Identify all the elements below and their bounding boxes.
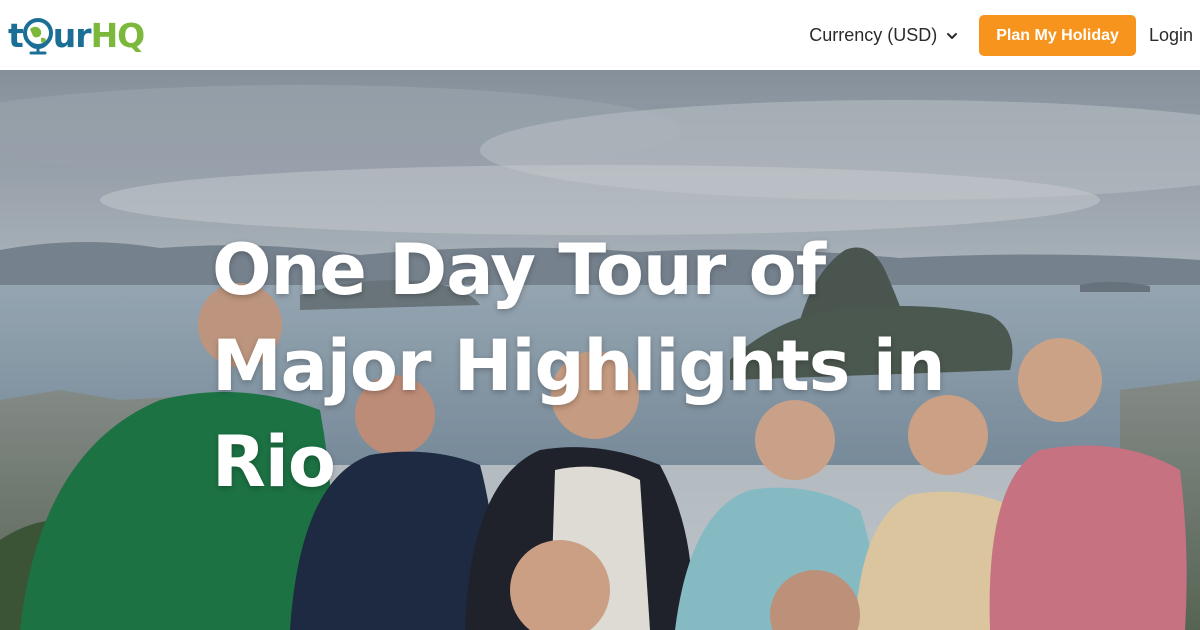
site-header: t ur HQ Currency (USD) Plan My Holiday Lo… [0, 0, 1200, 70]
currency-label: Currency (USD) [809, 25, 938, 45]
header-nav: Currency (USD) Plan My Holiday Login [809, 15, 1193, 56]
chevron-down-icon [947, 32, 958, 39]
tourhq-logo[interactable]: t ur HQ [8, 12, 145, 58]
currency-selector[interactable]: Currency (USD) [809, 25, 958, 46]
hero-banner: One Day Tour of Major Highlights in Rio [0, 70, 1200, 630]
login-link[interactable]: Login [1149, 25, 1193, 46]
tour-title: One Day Tour of Major Highlights in Rio [212, 229, 946, 503]
logo-wordmark: t ur HQ [8, 15, 145, 55]
globe-icon [22, 18, 53, 55]
plan-my-holiday-button[interactable]: Plan My Holiday [979, 15, 1136, 56]
